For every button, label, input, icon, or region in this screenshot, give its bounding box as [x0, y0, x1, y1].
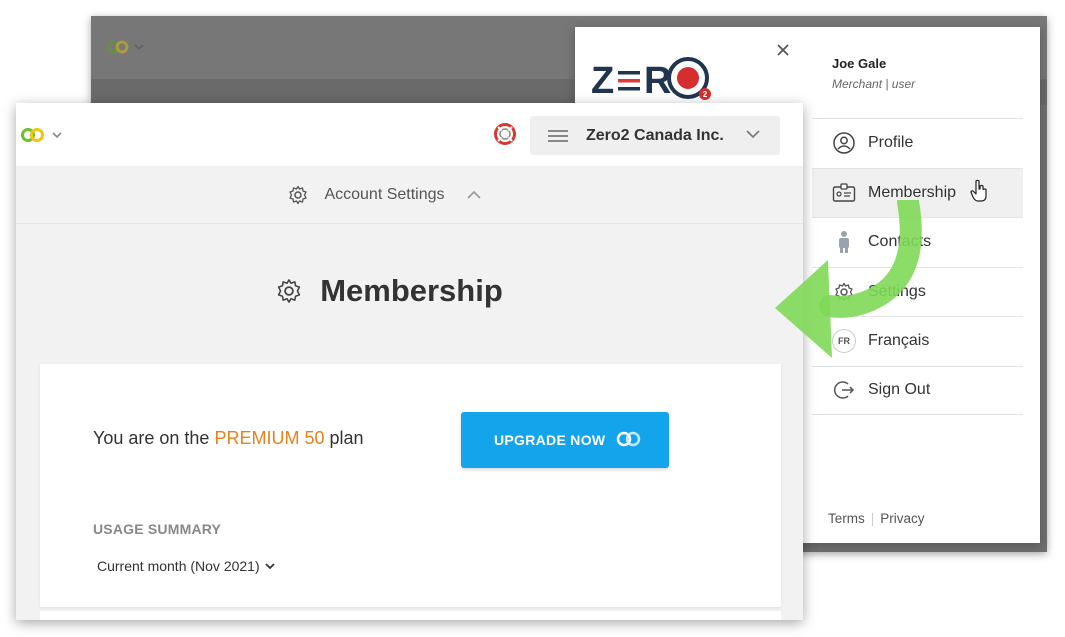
privacy-link[interactable]: Privacy [880, 511, 924, 526]
period-dropdown[interactable]: Current month (Nov 2021) [97, 558, 275, 574]
membership-card: You are on the PREMIUM 50 plan UPGRADE N… [40, 364, 781, 607]
svg-text:2: 2 [703, 90, 708, 99]
chevron-down-icon [265, 563, 275, 570]
plan-prefix: You are on the [93, 428, 215, 448]
plan-suffix: plan [324, 428, 364, 448]
user-name: Joe Gale [832, 56, 887, 71]
menu-footer-links: Terms | Privacy [828, 511, 925, 526]
period-value: Current month (Nov 2021) [97, 558, 260, 574]
gear-icon [278, 279, 301, 303]
next-card [40, 611, 781, 620]
plan-text: You are on the PREMIUM 50 plan [93, 428, 364, 449]
terms-link[interactable]: Terms [828, 511, 865, 526]
menu-item-membership[interactable]: Membership [812, 167, 1023, 217]
id-card-icon [832, 181, 856, 205]
company-selector[interactable]: Zero2 Canada Inc. [530, 116, 780, 155]
page-title: Membership [320, 273, 503, 308]
hamburger-icon [548, 129, 568, 142]
page-title-row: Membership [16, 273, 803, 309]
screenshot-stage: Z R 2 Joe Gale Merchant | user Profile M… [0, 0, 1065, 637]
chevron-up-icon [466, 190, 481, 199]
chevron-down-icon [746, 130, 760, 139]
menu-item-sign-out[interactable]: Sign Out [812, 365, 1023, 415]
menu-item-label: Contacts [868, 233, 932, 251]
help-lifebuoy-icon[interactable] [494, 123, 516, 145]
menu-item-label: Profile [868, 134, 914, 152]
menu-item-settings[interactable]: Settings [812, 266, 1023, 317]
menu-item-label: Membership [868, 183, 957, 201]
language-badge-wrap: FR [832, 329, 856, 354]
hand-cursor-icon [970, 179, 987, 202]
menu-item-francais[interactable]: FR Français [812, 316, 1023, 366]
foreground-window: Zero2 Canada Inc. Account Settings Membe… [16, 103, 803, 620]
gear-icon [832, 280, 856, 304]
close-menu-button[interactable] [773, 41, 793, 61]
zero2-company-logo: Z R 2 [591, 57, 711, 102]
plan-name: PREMIUM 50 [214, 428, 325, 448]
app-switcher-button[interactable] [21, 126, 67, 144]
menu-item-contacts[interactable]: Contacts [812, 217, 1023, 267]
gear-icon [289, 185, 308, 204]
fr-badge: FR [832, 329, 856, 354]
app-logo-icon [107, 40, 144, 54]
user-role: Merchant | user [832, 77, 916, 91]
menu-item-label: Settings [868, 282, 926, 300]
company-name: Zero2 Canada Inc. [586, 126, 724, 144]
person-icon [832, 230, 856, 254]
menu-item-profile[interactable]: Profile [812, 118, 1023, 168]
menu-item-label: Français [868, 332, 930, 350]
sign-out-icon [832, 378, 856, 402]
upgrade-now-button[interactable]: UPGRADE NOW [461, 412, 669, 468]
account-settings-label: Account Settings [324, 185, 445, 203]
upgrade-button-label: UPGRADE NOW [494, 432, 606, 448]
menu-list: Profile Membership Contacts Settings FR … [812, 118, 1023, 415]
rings-logo-icon [616, 431, 641, 447]
user-circle-icon [832, 131, 856, 155]
menu-panel-nav: Joe Gale Merchant | user Profile Members… [812, 27, 1040, 543]
menu-item-label: Sign Out [868, 381, 931, 399]
svg-text:Z: Z [591, 60, 615, 102]
usage-summary-label: USAGE SUMMARY [93, 521, 222, 537]
close-icon [777, 44, 789, 56]
footer-separator: | [870, 511, 875, 526]
app-topbar: Zero2 Canada Inc. [16, 103, 803, 166]
account-settings-bar[interactable]: Account Settings [16, 166, 803, 224]
